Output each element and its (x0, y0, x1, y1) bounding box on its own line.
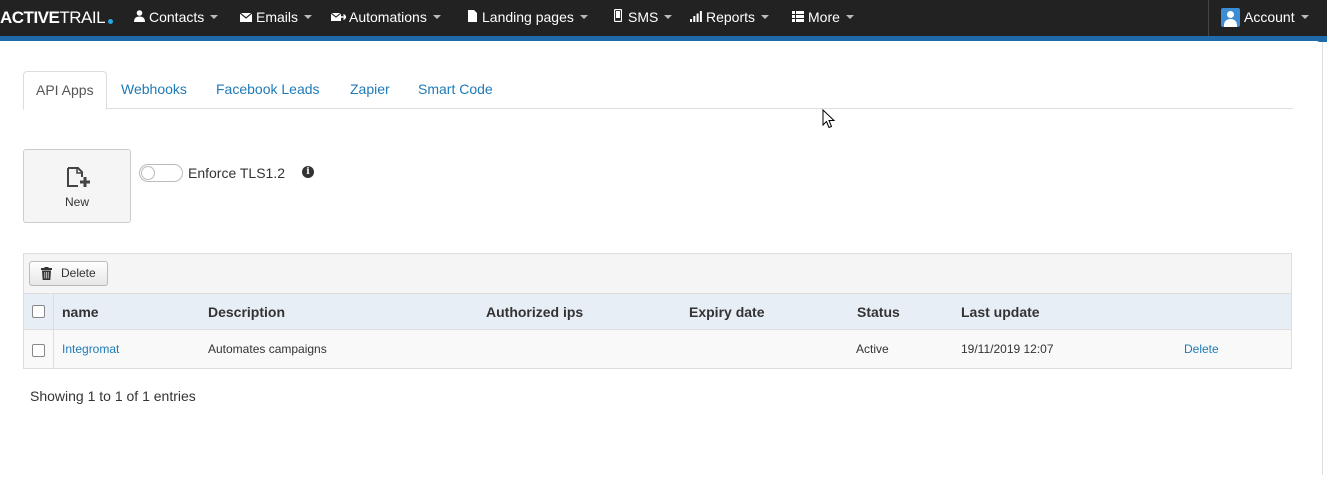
nav-sms[interactable]: SMS (611, 0, 673, 36)
enforce-tls-toggle[interactable] (139, 164, 183, 182)
top-navbar: ACTIVETRAIL Contacts Emails Automations … (0, 0, 1327, 36)
column-header-last-update[interactable]: Last update (961, 304, 1040, 320)
page-scrollbar[interactable] (1322, 42, 1327, 475)
file-icon (465, 1, 479, 35)
app-description: Automates campaigns (208, 342, 327, 356)
avatar-icon (1221, 8, 1240, 27)
table-info: Showing 1 to 1 of 1 entries (30, 388, 196, 404)
select-all-checkbox[interactable] (32, 305, 45, 318)
mouse-cursor-icon (822, 109, 836, 129)
nav-emails[interactable]: Emails (239, 0, 313, 36)
column-header-status[interactable]: Status (857, 304, 900, 320)
enforce-tls-label: Enforce TLS1.2 (188, 165, 286, 181)
new-button-label: New (64, 195, 89, 209)
info-icon[interactable]: i (302, 166, 314, 178)
column-header-expiry-date[interactable]: Expiry date (689, 304, 764, 320)
nav-divider (1208, 0, 1209, 36)
bulk-delete-button[interactable]: Delete (29, 261, 108, 286)
nav-landing-pages[interactable]: Landing pages (465, 0, 588, 36)
user-icon (132, 1, 146, 35)
tab-smart-code[interactable]: Smart Code (418, 71, 493, 109)
column-header-description[interactable]: Description (208, 304, 285, 320)
tab-facebook-leads[interactable]: Facebook Leads (216, 71, 320, 109)
toggle-knob (141, 166, 155, 180)
nav-automations[interactable]: Automations (330, 0, 441, 36)
nav-contacts[interactable]: Contacts (132, 0, 219, 36)
activetrail-logo[interactable]: ACTIVETRAIL (0, 8, 114, 28)
nav-more[interactable]: More (791, 0, 854, 36)
new-app-button[interactable]: New (23, 149, 131, 223)
integration-tabs: API Apps Webhooks Facebook Leads Zapier … (23, 71, 1293, 110)
automation-icon (330, 1, 347, 35)
new-file-icon (67, 167, 90, 187)
row-delete-link[interactable]: Delete (1184, 342, 1219, 356)
app-name-link[interactable]: Integromat (62, 342, 119, 356)
nav-account[interactable]: Account (1221, 0, 1309, 36)
app-last-update: 19/11/2019 12:07 (961, 342, 1054, 356)
nav-reports[interactable]: Reports (689, 0, 770, 36)
row-checkbox[interactable] (32, 344, 45, 357)
table-toolbar (23, 253, 1292, 293)
checkbox-column-divider (53, 293, 54, 369)
mobile-icon (611, 1, 625, 35)
tab-webhooks[interactable]: Webhooks (121, 71, 187, 109)
list-icon (791, 1, 805, 35)
column-header-name[interactable]: name (62, 304, 99, 320)
trash-icon (41, 267, 52, 280)
bar-chart-icon (689, 1, 703, 35)
tab-api-apps[interactable]: API Apps (23, 71, 107, 110)
app-status: Active (856, 342, 889, 356)
envelope-icon (239, 1, 253, 35)
tab-zapier[interactable]: Zapier (350, 71, 390, 109)
column-header-authorized-ips[interactable]: Authorized ips (486, 304, 583, 320)
